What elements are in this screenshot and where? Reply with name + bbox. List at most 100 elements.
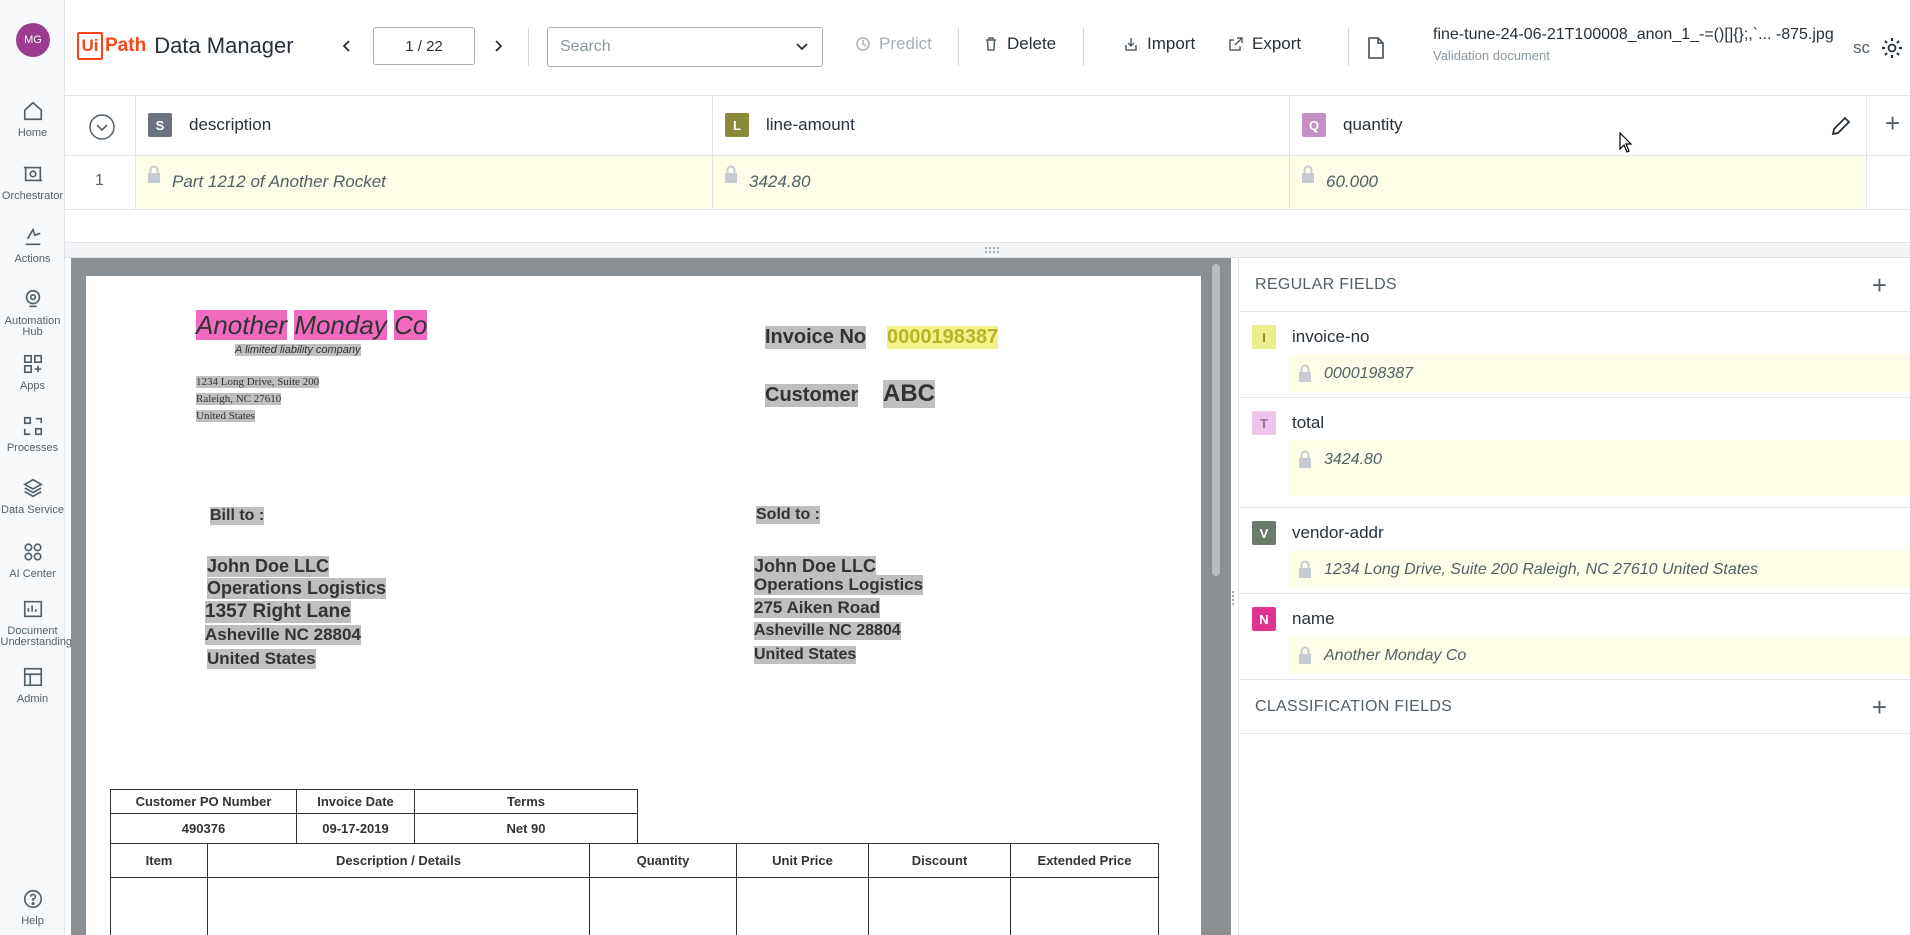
file-icon bbox=[1368, 37, 1384, 59]
automation-hub-icon bbox=[25, 289, 40, 308]
data-service-icon bbox=[22, 478, 43, 498]
field-total[interactable]: T total 3424.80 bbox=[1239, 398, 1910, 508]
nav-item-ai-center[interactable]: AI Center bbox=[0, 541, 65, 601]
avatar[interactable]: MG bbox=[16, 23, 50, 57]
import-label: Import bbox=[1147, 34, 1196, 53]
field-value-box[interactable]: 0000198387 bbox=[1289, 354, 1910, 392]
doc-tagline: A limited liability company bbox=[235, 344, 361, 356]
table-cell-line-amount[interactable]: 3424.80 bbox=[713, 156, 1289, 209]
doc-table-header: Terms bbox=[414, 789, 638, 814]
nav-item-apps[interactable]: Apps bbox=[0, 353, 65, 413]
trash-icon bbox=[986, 37, 996, 51]
field-name-field[interactable]: N name Another Monday Co bbox=[1239, 594, 1910, 680]
nav-item-help[interactable]: Help bbox=[0, 888, 65, 935]
nav-label: Processes bbox=[6, 442, 59, 454]
document-understanding-icon bbox=[23, 600, 42, 618]
user-short-label[interactable]: sc bbox=[1853, 38, 1870, 58]
divider bbox=[958, 28, 959, 66]
field-type-badge: V bbox=[1252, 521, 1276, 545]
nav-item-home[interactable]: Home bbox=[0, 100, 65, 160]
doc-sold-to-line: John Doe LLC bbox=[754, 556, 876, 577]
chevron-down-icon bbox=[796, 43, 808, 51]
uipath-logo[interactable]: Ui Path Data Manager bbox=[77, 32, 294, 60]
column-type-badge: Q bbox=[1302, 113, 1326, 137]
lock-icon bbox=[1299, 646, 1311, 664]
nav-item-orchestrator[interactable]: Orchestrator bbox=[0, 163, 65, 223]
add-regular-field-icon[interactable]: + bbox=[1872, 270, 1887, 301]
actions-icon bbox=[25, 227, 41, 246]
field-name: name bbox=[1292, 609, 1335, 628]
doc-table-cell: 09-17-2019 bbox=[296, 813, 415, 844]
column-divider bbox=[712, 96, 713, 155]
field-value: 3424.80 bbox=[1324, 451, 1382, 468]
doc-items-table: Item Description / Details Quantity Unit… bbox=[110, 843, 1159, 935]
previous-page-button[interactable] bbox=[335, 34, 359, 58]
nav-item-actions[interactable]: Actions bbox=[0, 226, 65, 286]
field-value: 0000198387 bbox=[1324, 365, 1413, 382]
doc-table-header: Description / Details bbox=[207, 843, 590, 878]
vertical-drag-handle-icon[interactable] bbox=[1227, 590, 1235, 606]
nav-item-data-service[interactable]: Data Service bbox=[0, 477, 65, 537]
row-index: 1 bbox=[95, 172, 104, 189]
predict-button[interactable]: Predict bbox=[855, 34, 932, 54]
add-column-icon[interactable]: + bbox=[1885, 108, 1900, 139]
field-name: invoice-no bbox=[1292, 327, 1370, 346]
logo-text: Path bbox=[105, 35, 147, 56]
field-invoice-no[interactable]: I invoice-no 0000198387 bbox=[1239, 312, 1910, 398]
doc-table-cell: 490376 bbox=[110, 813, 297, 844]
field-name: total bbox=[1292, 413, 1325, 432]
search-placeholder: Search bbox=[560, 38, 611, 55]
nav-item-document-understanding[interactable]: Document Understanding bbox=[0, 598, 72, 658]
field-value-box[interactable]: 3424.80 bbox=[1289, 440, 1910, 496]
table-row[interactable]: 1 Part 1212 of Another Rocket 3424.80 60… bbox=[65, 156, 1910, 210]
file-name: fine-tune-24-06-21T100008_anon_1_-=()[]{… bbox=[1433, 26, 1834, 43]
section-title: CLASSIFICATION FIELDS bbox=[1255, 698, 1453, 715]
next-page-button[interactable] bbox=[486, 34, 510, 58]
app-title: Data Manager bbox=[154, 33, 294, 58]
document-viewer[interactable]: Another Monday Co A limited liability co… bbox=[71, 258, 1231, 935]
doc-sold-to-line: Operations Logistics bbox=[754, 575, 924, 595]
nav-label: Automation Hub bbox=[4, 315, 61, 338]
search-dropdown[interactable]: Search bbox=[547, 27, 823, 67]
table-cell-quantity[interactable]: 60.000 bbox=[1290, 156, 1866, 209]
doc-table-header: Unit Price bbox=[736, 843, 869, 878]
nav-item-admin[interactable]: Admin bbox=[0, 666, 65, 726]
field-vendor-addr[interactable]: V vendor-addr 1234 Long Drive, Suite 200… bbox=[1239, 508, 1910, 594]
page-indicator[interactable]: 1 / 22 bbox=[373, 27, 475, 65]
viewer-scrollbar[interactable] bbox=[1212, 264, 1220, 576]
field-value-box[interactable]: Another Monday Co bbox=[1289, 636, 1910, 674]
add-classification-field-icon[interactable]: + bbox=[1872, 692, 1887, 723]
divider bbox=[1348, 28, 1349, 66]
drag-handle-icon bbox=[985, 247, 999, 253]
settings-gear-icon[interactable] bbox=[1880, 36, 1904, 60]
predict-label: Predict bbox=[879, 34, 932, 53]
doc-table-cell: Net 90 bbox=[414, 813, 638, 844]
doc-bill-to-line: John Doe LLC bbox=[207, 556, 329, 577]
column-name: description bbox=[189, 115, 272, 134]
lock-icon bbox=[148, 165, 160, 183]
table-cell-description[interactable]: Part 1212 of Another Rocket bbox=[136, 156, 712, 209]
regular-fields-header: REGULAR FIELDS + bbox=[1239, 258, 1910, 312]
column-divider bbox=[1866, 156, 1867, 209]
file-subtitle: Validation document bbox=[1433, 48, 1550, 63]
import-button[interactable]: Import bbox=[1123, 34, 1195, 54]
doc-address-line: United States bbox=[196, 410, 255, 422]
nav-item-processes[interactable]: Processes bbox=[0, 415, 65, 475]
export-button[interactable]: Export bbox=[1228, 34, 1301, 54]
lock-icon bbox=[1302, 165, 1314, 183]
panel-splitter[interactable] bbox=[65, 242, 1910, 258]
edit-pencil-icon[interactable] bbox=[1830, 115, 1852, 137]
field-type-badge: T bbox=[1252, 411, 1276, 435]
field-value-box[interactable]: 1234 Long Drive, Suite 200 Raleigh, NC 2… bbox=[1289, 550, 1910, 588]
expand-collapse-icon[interactable] bbox=[88, 113, 116, 141]
field-value: 1234 Long Drive, Suite 200 Raleigh, NC 2… bbox=[1324, 561, 1759, 578]
doc-customer-label: Customer bbox=[765, 384, 859, 407]
column-divider bbox=[135, 96, 136, 155]
predict-icon bbox=[856, 37, 870, 51]
classification-fields-header: CLASSIFICATION FIELDS + bbox=[1239, 680, 1910, 734]
nav-label: Actions bbox=[14, 253, 51, 265]
nav-item-automation-hub[interactable]: Automation Hub bbox=[0, 288, 65, 348]
delete-button[interactable]: Delete bbox=[983, 34, 1056, 54]
section-title: REGULAR FIELDS bbox=[1255, 276, 1398, 293]
doc-invoice-no-label: Invoice No bbox=[765, 326, 867, 349]
